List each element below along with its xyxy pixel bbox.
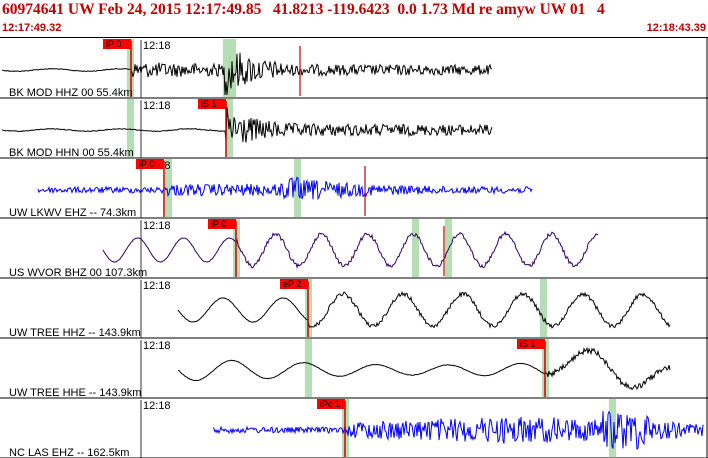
window-start-time: 12:17:49.32: [2, 22, 62, 34]
phase-pick-label: iS 1: [201, 99, 217, 109]
waveform-trace: [1, 107, 493, 143]
waveform-trace: [102, 230, 599, 270]
trace-panel[interactable]: 12:18 iPc 1 NC LAS EHZ -- 162.5km: [0, 399, 708, 458]
minute-tick-label: 12:18: [143, 280, 171, 292]
event-header: 60974641 UW Feb 24, 2015 12:17:49.85 41.…: [0, 0, 708, 38]
minute-tick-label: 12:18: [143, 100, 171, 112]
phase-pick-label: iPc 1: [320, 399, 340, 409]
phase-pick-label: iP 0: [211, 219, 226, 229]
minute-tick-label: 12:18: [143, 400, 171, 412]
phase-window-band: [412, 219, 419, 277]
minute-tick-label: 12:18: [143, 220, 171, 232]
trace-panel[interactable]: 12:18 eP 2 UW TREE HHZ -- 143.9km: [0, 279, 708, 339]
phase-pick-label: eP 2: [283, 279, 301, 289]
minute-tick-label: 12:18: [143, 340, 171, 352]
station-channel-label: BK MOD HHN 00 55.4km: [9, 147, 134, 159]
trace-panel[interactable]: 12:18 iS 1 UW TREE HHE -- 143.9km: [0, 339, 708, 399]
station-channel-label: UW TREE HHZ -- 143.9km: [9, 327, 141, 339]
trace-panel[interactable]: 12:18 iP 0 BK MOD HHZ 00 55.4km: [0, 39, 708, 99]
phase-window-band: [305, 339, 312, 397]
station-channel-label: BK MOD HHZ 00 55.4km: [9, 87, 132, 99]
phase-pick-label: iS 1: [520, 339, 536, 349]
phase-pick-label: iP 0: [139, 159, 154, 169]
station-channel-label: UW TREE HHE -- 143.9km: [9, 387, 141, 399]
waveform-trace: [177, 290, 671, 329]
trace-panel[interactable]: 12:18iP 0UW LKWV EHZ -- 74.3km: [0, 159, 708, 219]
seismogram-panels[interactable]: 12:18 iP 0 BK MOD HHZ 00 55.4km 12:18 iS 1 BK…: [0, 38, 708, 458]
station-channel-label: UW LKWV EHZ -- 74.3km: [9, 207, 136, 219]
window-end-time: 12:18:43.39: [646, 22, 706, 34]
waveform-trace: [212, 410, 704, 450]
trace-panel[interactable]: 12:18 iP 0 US WVOR BHZ 00 107.3km: [0, 219, 708, 279]
event-title: 60974641 UW Feb 24, 2015 12:17:49.85 41.…: [2, 1, 605, 18]
minute-tick-label: 12:18: [143, 40, 171, 52]
trace-panel[interactable]: 12:18 iS 1 BK MOD HHN 00 55.4km: [0, 99, 708, 159]
phase-pick-label: iP 0: [106, 39, 121, 49]
waveform-trace: [177, 346, 671, 391]
waveform-trace: [37, 176, 533, 201]
station-channel-label: US WVOR BHZ 00 107.3km: [9, 267, 147, 279]
phase-window-band: [540, 279, 547, 337]
station-channel-label: NC LAS EHZ -- 162.5km: [9, 447, 129, 458]
